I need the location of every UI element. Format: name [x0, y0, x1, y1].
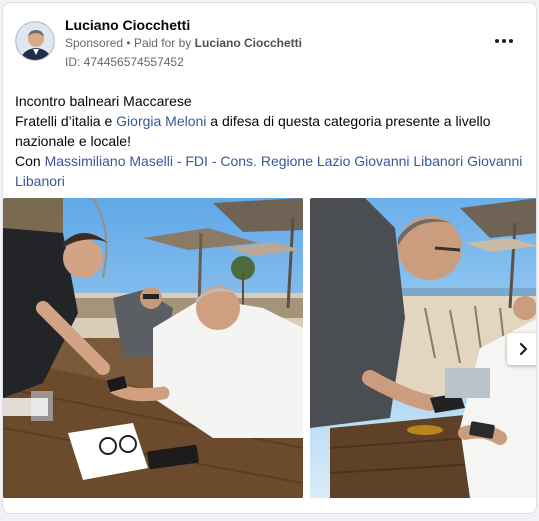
mention-giorgia-meloni[interactable]: Giorgia Meloni	[116, 113, 206, 129]
line3-prefix: Con	[15, 153, 45, 169]
line2-start: Fratelli d’italia e	[15, 113, 117, 129]
more-dot	[502, 39, 506, 43]
post-header: Luciano Ciocchetti Sponsored • Paid for …	[15, 17, 524, 73]
paid-for-prefix: Paid for by	[133, 36, 192, 50]
photo-carousel	[3, 198, 536, 498]
carousel-next-button[interactable]	[507, 333, 536, 365]
more-options-button[interactable]	[492, 33, 516, 49]
mention-massimiliano-maselli[interactable]: Massimiliano Maselli - FDI - Cons. Regio…	[45, 153, 351, 169]
sponsored-line: Sponsored • Paid for by Luciano Ciocchet…	[65, 36, 302, 50]
post-line-3: Con Massimiliano Maselli - FDI - Cons. R…	[15, 151, 527, 191]
post-line-2: Fratelli d’italia e Giorgia Meloni a dif…	[15, 111, 527, 151]
ad-id: ID: 474456574557452	[65, 55, 184, 69]
author-avatar[interactable]	[15, 21, 55, 61]
chevron-right-icon	[519, 342, 528, 356]
ad-card: Luciano Ciocchetti Sponsored • Paid for …	[2, 2, 537, 514]
more-horizontal-icon	[495, 39, 499, 43]
post-line-1: Incontro balneari Maccarese	[15, 93, 192, 109]
mention-giovanni-libanori-1[interactable]: Giovanni Libanori	[354, 153, 463, 169]
meta-separator: •	[126, 36, 131, 50]
sponsored-label[interactable]: Sponsored	[65, 36, 123, 50]
paid-for-name: Luciano Ciocchetti	[194, 36, 302, 50]
more-dot	[509, 39, 513, 43]
post-text: Incontro balneari Maccarese Fratelli d’i…	[15, 91, 527, 191]
author-name[interactable]: Luciano Ciocchetti	[65, 17, 190, 33]
carousel-photo-1[interactable]	[3, 198, 303, 498]
carousel-photo-2[interactable]	[310, 198, 536, 498]
